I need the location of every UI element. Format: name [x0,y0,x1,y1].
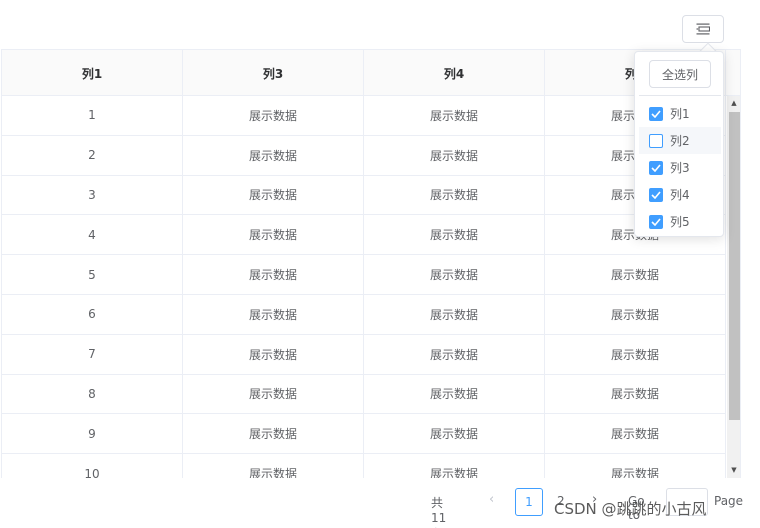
checkbox-checked-icon[interactable] [649,160,663,175]
table-cell: 展示数据 [364,96,545,135]
scroll-up-arrow-icon[interactable]: ▲ [727,96,740,110]
column-option[interactable]: 列5 [639,208,721,235]
table-header: 列1 列3 列4 列5 [2,50,740,96]
column-header[interactable]: 列1 [2,50,183,96]
table-cell: 展示数据 [545,294,726,334]
table-row: 9 展示数据 展示数据 展示数据 [2,414,726,455]
page-button-current[interactable]: 1 [515,488,543,516]
column-option-label: 列1 [670,107,690,121]
table-cell: 10 [2,454,183,478]
checkbox-checked-icon[interactable] [649,214,663,229]
table-cell: 4 [2,215,183,255]
table-body: 1展示数据展示数据展示数据2展示数据展示数据展示数据3展示数据展示数据展示数据4… [2,96,726,478]
checkbox-checked-icon[interactable] [649,106,663,121]
select-all-columns-button[interactable]: 全选列 [649,60,711,88]
column-header[interactable]: 列3 [183,50,364,96]
total-count: 共 11 条 [431,496,447,528]
table-cell: 展示数据 [545,374,726,414]
table-cell: 展示数据 [183,135,364,175]
table-cell: 展示数据 [183,414,364,454]
table-cell: 展示数据 [545,454,726,478]
table-cell: 展示数据 [545,334,726,374]
table-row: 2展示数据展示数据展示数据 [2,135,726,176]
table-cell: 9 [2,414,183,454]
table-cell: 展示数据 [183,255,364,294]
table-cell: 展示数据 [364,374,545,414]
table-cell: 展示数据 [364,414,545,454]
table-cell: 展示数据 [183,215,364,255]
table-cell: 8 [2,374,183,414]
table-cell: 3 [2,175,183,215]
column-option[interactable]: 列4 [639,181,721,208]
table-cell: 展示数据 [364,454,545,478]
column-toggle-dropdown: 全选列 列1 列2 列3 列4 列5 [634,51,724,237]
table-cell: 7 [2,334,183,374]
table-row: 1展示数据展示数据展示数据 [2,96,726,136]
table-cell: 展示数据 [545,255,726,294]
table-row: 7 展示数据 展示数据 展示数据 [2,334,726,375]
table-row: 6 展示数据 展示数据 展示数据 [2,294,726,335]
table-cell: 展示数据 [364,215,545,255]
table-cell: 展示数据 [183,374,364,414]
table-row: 10 展示数据 展示数据 展示数据 [2,454,726,478]
table-cell: 展示数据 [364,175,545,215]
column-settings-icon [696,23,710,35]
table-cell: 展示数据 [183,454,364,478]
table-cell: 展示数据 [183,175,364,215]
data-table: 列1 列3 列4 列5 1展示数据展示数据展示数据2展示数据展示数据展示数据3展… [1,49,741,478]
column-option[interactable]: 列2 [639,127,721,154]
table-cell: 2 [2,135,183,175]
page-suffix-label: Page [714,494,744,508]
table-row: 8 展示数据 展示数据 展示数据 [2,374,726,415]
column-option[interactable]: 列1 [639,100,721,127]
table-row: 3展示数据展示数据展示数据 [2,175,726,216]
column-settings-button[interactable] [682,15,724,43]
table-cell: 展示数据 [364,334,545,374]
watermark: CSDN @跳跳的小古风 [554,500,707,518]
table-cell: 展示数据 [364,294,545,334]
table-cell: 展示数据 [364,135,545,175]
table-row: 5 展示数据 展示数据 展示数据 [2,255,726,295]
table-cell: 展示数据 [545,414,726,454]
table-cell: 1 [2,96,183,135]
column-option-label: 列3 [670,161,690,175]
column-option-label: 列2 [670,134,690,148]
checkbox-unchecked-icon[interactable] [649,133,663,148]
vertical-scrollbar[interactable]: ▲ ▼ [727,96,740,478]
scrollbar-thumb[interactable] [729,112,740,420]
column-option[interactable]: 列3 [639,154,721,181]
table-row: 4展示数据展示数据展示数据 [2,215,726,256]
prev-page-icon[interactable]: ‹ [489,492,494,507]
column-header[interactable]: 列4 [364,50,545,96]
table-cell: 5 [2,255,183,294]
table-cell: 展示数据 [183,294,364,334]
column-option-label: 列5 [670,215,690,229]
checkbox-checked-icon[interactable] [649,187,663,202]
column-option-label: 列4 [670,188,690,202]
divider [639,95,721,96]
table-cell: 展示数据 [183,96,364,135]
scroll-down-arrow-icon[interactable]: ▼ [727,463,740,477]
table-cell: 6 [2,294,183,334]
table-cell: 展示数据 [183,334,364,374]
table-cell: 展示数据 [364,255,545,294]
